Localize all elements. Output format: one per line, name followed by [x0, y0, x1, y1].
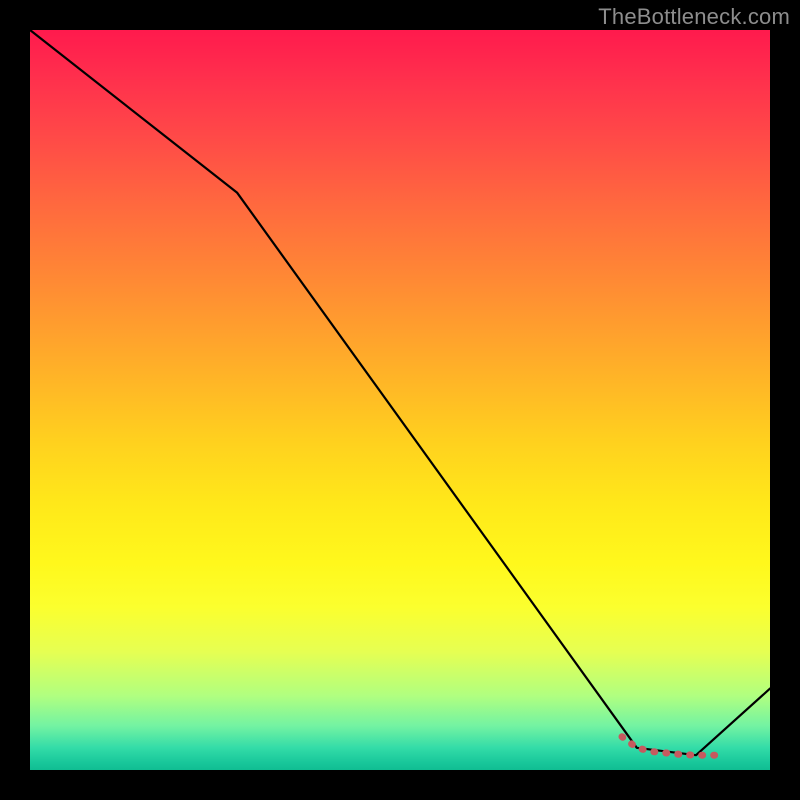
chart-overlay [30, 30, 770, 770]
bottleneck-line [30, 30, 770, 755]
watermark-text: TheBottleneck.com [598, 4, 790, 30]
plot-area [30, 30, 770, 770]
chart-stage: TheBottleneck.com [0, 0, 800, 800]
